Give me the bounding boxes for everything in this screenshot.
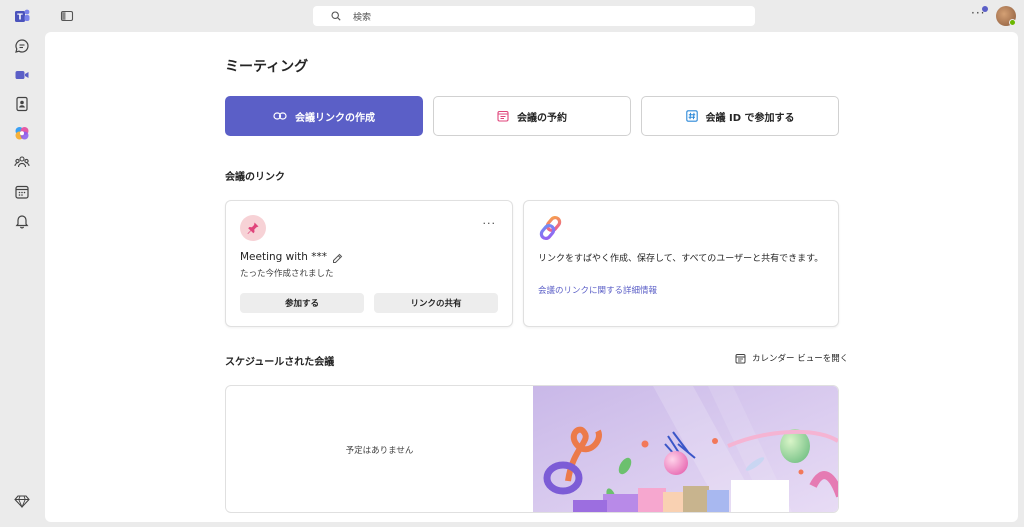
page-title: ミーティング bbox=[225, 59, 309, 75]
communities-icon[interactable] bbox=[11, 151, 33, 173]
search-input[interactable]: 検索 bbox=[313, 6, 755, 26]
sidebar-toggle-icon[interactable] bbox=[60, 8, 76, 24]
join-with-id-label: 会議 ID で参加する bbox=[705, 112, 795, 124]
notification-dot bbox=[982, 6, 988, 12]
premium-diamond-icon[interactable] bbox=[11, 490, 33, 512]
meeting-link-card[interactable]: ··· Meeting with *** たった今作成されました 参加する リン… bbox=[225, 200, 513, 327]
search-icon bbox=[331, 11, 341, 21]
celebration-illustration bbox=[533, 386, 838, 512]
schedule-meeting-button[interactable]: 会議の予約 bbox=[433, 96, 631, 136]
create-meeting-link-label: 会議リンクの作成 bbox=[295, 112, 375, 124]
contacts-icon[interactable] bbox=[11, 93, 33, 115]
card-more-button[interactable]: ··· bbox=[483, 217, 497, 230]
link-info-card: リンクをすばやく作成、保存して、すべてのユーザーと共有できます。 会議のリンクに… bbox=[523, 200, 839, 327]
scheduled-meetings-panel: 予定はありません bbox=[225, 385, 839, 513]
svg-text:T: T bbox=[17, 13, 23, 22]
pin-icon bbox=[240, 215, 266, 241]
chain-link-icon bbox=[538, 215, 564, 245]
activity-bell-icon[interactable] bbox=[11, 210, 33, 232]
calendar-icon[interactable] bbox=[11, 181, 33, 203]
meet-icon[interactable] bbox=[11, 64, 33, 86]
meeting-created-text: たった今作成されました bbox=[240, 269, 334, 279]
copilot-icon[interactable] bbox=[11, 122, 33, 144]
open-calendar-view-label: カレンダー ビューを開く bbox=[752, 354, 849, 364]
meeting-links-heading: 会議のリンク bbox=[225, 172, 285, 183]
scheduled-meetings-heading: スケジュールされた会議 bbox=[225, 357, 335, 368]
calendar-schedule-icon bbox=[497, 110, 509, 122]
share-link-button[interactable]: リンクの共有 bbox=[374, 293, 498, 313]
meeting-name: Meeting with *** bbox=[240, 251, 328, 263]
create-meeting-link-button[interactable]: 会議リンクの作成 bbox=[225, 96, 423, 136]
edit-pencil-icon[interactable] bbox=[332, 249, 343, 268]
link-info-text: リンクをすばやく作成、保存して、すべてのユーザーと共有できます。 bbox=[538, 254, 824, 264]
learn-more-link[interactable]: 会議のリンクに関する詳細情報 bbox=[538, 284, 657, 296]
no-meetings-text: 予定はありません bbox=[345, 446, 414, 456]
teams-logo-icon[interactable]: T bbox=[11, 5, 33, 27]
join-meeting-button[interactable]: 参加する bbox=[240, 293, 364, 313]
open-calendar-view-button[interactable]: カレンダー ビューを開く bbox=[735, 352, 848, 364]
presence-status-badge bbox=[1009, 19, 1016, 26]
link-icon bbox=[273, 112, 287, 120]
app-rail: T bbox=[0, 0, 44, 527]
calendar-view-icon bbox=[735, 353, 746, 363]
hashtag-icon bbox=[685, 110, 698, 122]
search-placeholder: 検索 bbox=[353, 12, 372, 23]
chat-icon[interactable] bbox=[11, 35, 33, 57]
main-panel: ミーティング 会議リンクの作成 会議の予約 会議 ID で参加する 会議のリンク… bbox=[45, 32, 1018, 522]
schedule-meeting-label: 会議の予約 bbox=[517, 112, 567, 124]
join-with-id-button[interactable]: 会議 ID で参加する bbox=[641, 96, 839, 136]
